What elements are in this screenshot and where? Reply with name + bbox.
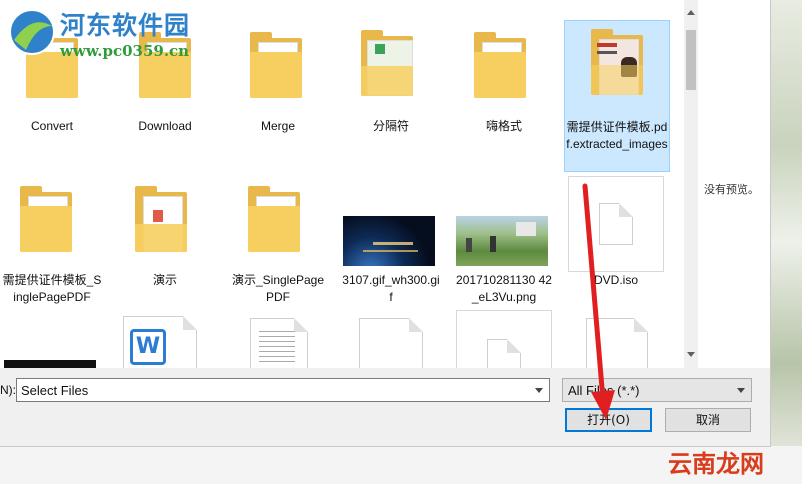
bottom-watermark: 云南龙网 (668, 450, 764, 478)
red-arrow-annotation (582, 183, 615, 420)
